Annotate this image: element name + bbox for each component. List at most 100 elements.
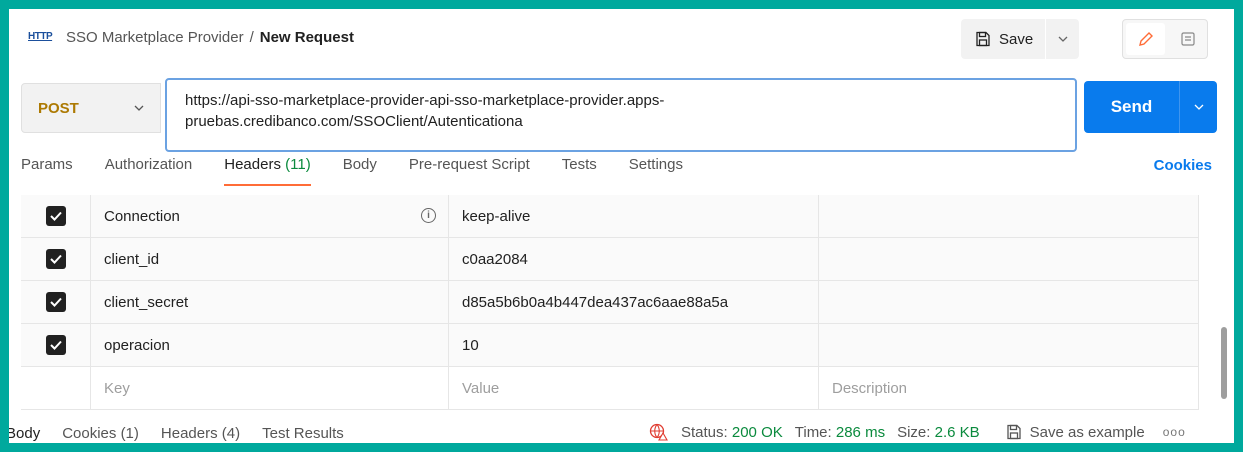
documentation-mode-button[interactable] <box>1168 20 1207 58</box>
save-as-example-label: Save as example <box>1029 423 1145 441</box>
table-row: client_secret d85a5b6b0a4b447dea437ac6aa… <box>21 281 1199 324</box>
request-header: HTTP SSO Marketplace Provider / New Requ… <box>9 9 1234 71</box>
size-value[interactable]: 2.6 KB <box>935 424 980 441</box>
tab-tests[interactable]: Tests <box>562 156 597 186</box>
view-mode-toggle <box>1122 19 1208 59</box>
header-key-cell[interactable]: client_secret <box>91 281 449 323</box>
http-request-icon: HTTP <box>28 31 53 42</box>
checkmark-icon <box>49 340 62 350</box>
new-description-input[interactable]: Description <box>819 367 1199 409</box>
time-value[interactable]: 286 ms <box>836 424 885 441</box>
tab-body[interactable]: Body <box>343 156 377 186</box>
enabled-checkbox[interactable] <box>45 206 66 226</box>
globe-warning-icon[interactable] <box>649 423 669 441</box>
response-tab-test-results[interactable]: Test Results <box>262 425 344 442</box>
send-button-group: Send <box>1084 81 1217 133</box>
postman-window: HTTP SSO Marketplace Provider / New Requ… <box>9 9 1234 443</box>
header-key: client_secret <box>104 293 189 311</box>
header-key: client_id <box>104 250 160 268</box>
key-placeholder: Key <box>104 379 130 397</box>
send-options-dropdown[interactable] <box>1179 81 1217 133</box>
breadcrumb-separator: / <box>249 29 254 46</box>
header-value: d85a5b6b0a4b447dea437ac6aae88a5a <box>462 293 729 311</box>
header-value: c0aa2084 <box>462 250 528 268</box>
tab-params[interactable]: Params <box>21 156 73 186</box>
header-description-cell[interactable] <box>819 195 1199 237</box>
save-button[interactable]: Save <box>961 19 1045 59</box>
row-checkbox-cell <box>21 238 91 280</box>
tab-pre-request-script[interactable]: Pre-request Script <box>409 156 530 186</box>
edit-mode-button[interactable] <box>1126 23 1165 55</box>
table-row: client_id c0aa2084 <box>21 238 1199 281</box>
checkmark-icon <box>49 211 62 221</box>
enabled-checkbox[interactable] <box>45 249 66 269</box>
save-options-dropdown[interactable] <box>1045 19 1079 59</box>
new-key-input[interactable]: Key <box>91 367 449 409</box>
description-placeholder: Description <box>832 379 908 397</box>
row-checkbox-cell <box>21 281 91 323</box>
header-description-cell[interactable] <box>819 324 1199 366</box>
vertical-scrollbar[interactable] <box>1221 327 1227 399</box>
save-icon <box>1006 424 1021 440</box>
enabled-checkbox[interactable] <box>45 292 66 312</box>
tab-headers-label: Headers <box>224 156 281 173</box>
tab-headers[interactable]: Headers (11) <box>224 156 312 186</box>
chevron-down-icon <box>1058 36 1068 42</box>
chevron-down-icon <box>134 105 144 111</box>
header-value: keep-alive <box>462 207 531 225</box>
info-icon[interactable]: i <box>421 208 436 223</box>
status-info: Status: 200 OK <box>681 424 783 441</box>
save-button-group: Save <box>961 19 1080 59</box>
time-label: Time: <box>794 423 832 441</box>
value-placeholder: Value <box>462 379 500 397</box>
header-value-cell[interactable]: c0aa2084 <box>449 238 819 280</box>
save-as-example-button[interactable]: Save as example <box>1006 424 1145 441</box>
checkmark-icon <box>49 254 62 264</box>
status-label: Status: <box>681 423 728 441</box>
save-icon <box>976 31 990 47</box>
breadcrumb-request-name[interactable]: New Request <box>260 29 354 46</box>
time-info: Time: 286 ms <box>795 424 885 441</box>
enabled-checkbox[interactable] <box>45 335 66 355</box>
url-text-line-2: pruebas.credibanco.com/SSOClient/Autenti… <box>185 113 523 130</box>
checkmark-icon <box>49 297 62 307</box>
cookies-link[interactable]: Cookies <box>1154 157 1212 174</box>
pencil-icon <box>1138 32 1153 46</box>
header-description-cell[interactable] <box>819 281 1199 323</box>
request-tabs: Params Authorization Headers (11) Body P… <box>21 156 715 186</box>
document-icon <box>1180 32 1195 46</box>
header-key-cell[interactable]: Connection i <box>91 195 449 237</box>
new-header-row: Key Value Description <box>21 367 1199 410</box>
response-tab-headers[interactable]: Headers (4) <box>161 425 240 442</box>
tab-settings[interactable]: Settings <box>629 156 683 186</box>
response-bar: Body Cookies (1) Headers (4) Test Result… <box>9 423 1234 443</box>
new-value-input[interactable]: Value <box>449 367 819 409</box>
header-value-cell[interactable]: d85a5b6b0a4b447dea437ac6aae88a5a <box>449 281 819 323</box>
size-label: Size: <box>897 423 931 441</box>
tab-authorization[interactable]: Authorization <box>105 156 193 186</box>
header-key: operacion <box>104 336 170 354</box>
size-info: Size: 2.6 KB <box>897 424 980 441</box>
url-text-line-1: https://api-sso-marketplace-provider-api… <box>185 92 665 109</box>
header-value: 10 <box>462 336 479 354</box>
method-selector[interactable]: POST <box>21 83 161 133</box>
header-key-cell[interactable]: operacion <box>91 324 449 366</box>
table-row: Connection i keep-alive <box>21 195 1199 238</box>
header-value-cell[interactable]: 10 <box>449 324 819 366</box>
send-button[interactable]: Send <box>1084 81 1179 133</box>
header-description-cell[interactable] <box>819 238 1199 280</box>
row-checkbox-cell <box>21 324 91 366</box>
url-input[interactable]: https://api-sso-marketplace-provider-api… <box>165 78 1077 152</box>
header-value-cell[interactable]: keep-alive <box>449 195 819 237</box>
status-value[interactable]: 200 OK <box>732 424 783 441</box>
tab-headers-count: (11) <box>285 156 311 173</box>
response-tab-cookies[interactable]: Cookies (1) <box>62 425 139 442</box>
breadcrumb-collection[interactable]: SSO Marketplace Provider <box>66 29 244 46</box>
breadcrumb: SSO Marketplace Provider / New Request <box>66 29 354 46</box>
header-key: Connection <box>104 207 180 225</box>
row-checkbox-cell <box>21 195 91 237</box>
row-checkbox-cell <box>21 367 91 409</box>
header-key-cell[interactable]: client_id <box>91 238 449 280</box>
response-tab-body[interactable]: Body <box>9 425 40 442</box>
more-options-icon[interactable]: ooo <box>1163 425 1186 439</box>
